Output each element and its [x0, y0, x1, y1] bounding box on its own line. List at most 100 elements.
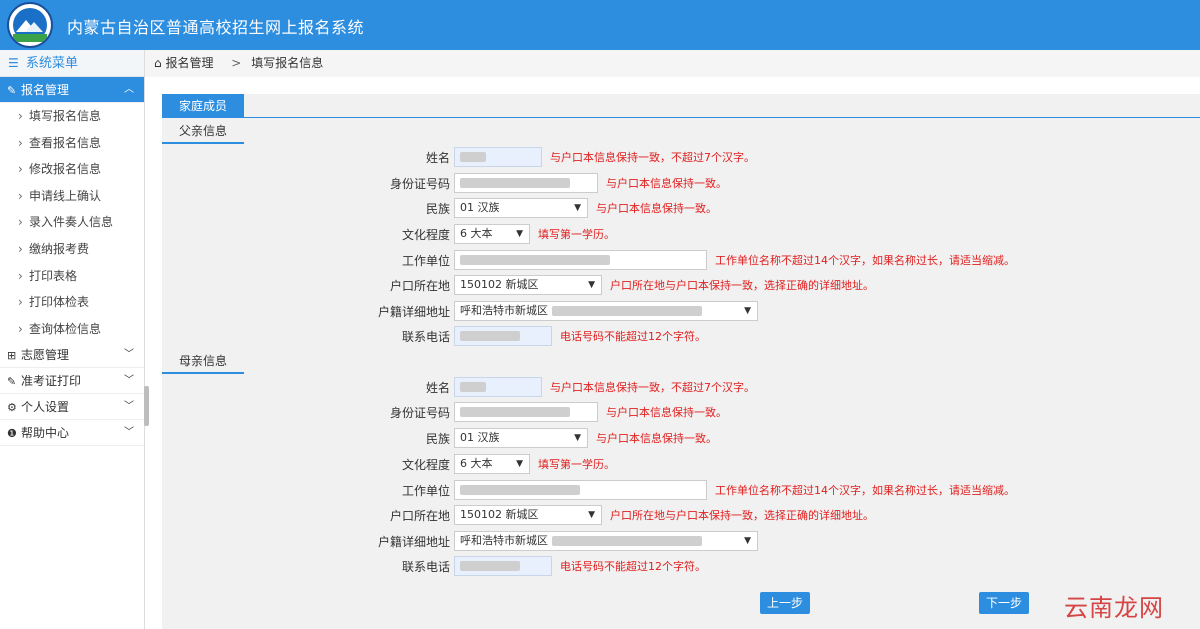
father-name-row: 姓名 与户口本信息保持一致，不超过7个汉字。 — [162, 147, 1200, 169]
prev-step-button[interactable]: 上一步 — [760, 592, 810, 614]
father-id-row: 身份证号码 与户口本信息保持一致。 — [162, 173, 1200, 195]
mother-name-input[interactable] — [454, 377, 542, 397]
sidebar-item-contact-info[interactable]: › 录入件奏人信息 — [0, 209, 144, 236]
mother-addr-value: 呼和浩特市新城区 — [460, 534, 548, 547]
list-icon: ☰ — [8, 56, 19, 70]
father-edu-select[interactable]: 6 大本 ▼ — [454, 224, 530, 244]
mother-nation-row: 民族 01 汉族 ▼ 与户口本信息保持一致。 — [162, 428, 1200, 450]
tab-underline — [244, 117, 1200, 118]
chevron-right-icon: › — [18, 109, 23, 123]
mother-id-label: 身份证号码 — [389, 406, 450, 420]
sidebar-group-label: 准考证打印 — [21, 374, 82, 389]
sidebar-item-query-medical[interactable]: › 查询体检信息 — [0, 316, 144, 343]
mother-id-hint: 与户口本信息保持一致。 — [606, 406, 727, 419]
mother-hukou-value: 150102 新城区 — [460, 508, 539, 521]
sidebar-item-pay-fee[interactable]: › 缴纳报考费 — [0, 236, 144, 263]
father-nation-select[interactable]: 01 汉族 ▼ — [454, 198, 588, 218]
dropdown-arrow-icon: ▼ — [588, 280, 595, 290]
father-id-input[interactable] — [454, 173, 598, 193]
father-addr-select[interactable]: 呼和浩特市新城区 ▼ — [454, 301, 758, 321]
father-phone-row: 联系电话 电话号码不能超过12个字符。 — [162, 326, 1200, 348]
sidebar-item-label: 申请线上确认 — [29, 188, 102, 203]
mother-addr-label: 户籍详细地址 — [377, 535, 450, 549]
chevron-down-icon: ﹀ — [124, 427, 134, 439]
next-step-button[interactable]: 下一步 — [979, 592, 1029, 614]
mother-hukou-select[interactable]: 150102 新城区 ▼ — [454, 505, 602, 525]
section-father-title: 父亲信息 — [162, 120, 244, 144]
chevron-right-icon: › — [18, 295, 23, 310]
father-edu-value: 6 大本 — [460, 227, 493, 240]
father-work-label: 工作单位 — [401, 254, 450, 268]
father-nation-row: 民族 01 汉族 ▼ 与户口本信息保持一致。 — [162, 198, 1200, 220]
father-name-input[interactable] — [454, 147, 542, 167]
sidebar-group-settings[interactable]: ⚙ 个人设置 ﹀ — [0, 394, 144, 421]
mother-edu-select[interactable]: 6 大本 ▼ — [454, 454, 530, 474]
chevron-right-icon: › — [18, 135, 23, 150]
breadcrumb-current: 填写报名信息 — [251, 56, 324, 70]
mother-phone-row: 联系电话 电话号码不能超过12个字符。 — [162, 556, 1200, 578]
dropdown-arrow-icon: ▼ — [588, 510, 595, 520]
dropdown-arrow-icon: ▼ — [516, 229, 523, 239]
watermark-text: 云南龙网 — [1064, 594, 1164, 622]
chevron-down-icon: ﹀ — [124, 401, 134, 413]
sidebar-item-online-confirm[interactable]: › 申请线上确认 — [0, 183, 144, 210]
father-nation-value: 01 汉族 — [460, 201, 500, 214]
mother-nation-hint: 与户口本信息保持一致。 — [596, 432, 717, 445]
edit-icon: ✎ — [7, 375, 17, 389]
breadcrumb-home[interactable]: 报名管理 — [165, 56, 213, 70]
sidebar: ☰ 系统菜单 ✎ 报名管理 ︿ › 填写报名信息 › 查看报名信息 › 修改报名信息 › 申… — [0, 50, 145, 629]
chevron-up-icon: ︿ — [124, 84, 134, 95]
mother-edu-label: 文化程度 — [401, 458, 450, 472]
mother-nation-value: 01 汉族 — [460, 431, 500, 444]
dropdown-arrow-icon: ▼ — [516, 459, 523, 469]
mother-work-input[interactable] — [454, 480, 707, 500]
sidebar-item-edit-info[interactable]: › 修改报名信息 — [0, 156, 144, 183]
sidebar-item-print-medical[interactable]: › 打印体检表 — [0, 289, 144, 316]
father-addr-label: 户籍详细地址 — [377, 305, 450, 319]
mother-id-input[interactable] — [454, 402, 598, 422]
sidebar-group-registration[interactable]: ✎ 报名管理 ︿ — [0, 77, 144, 103]
father-edu-hint: 填写第一学历。 — [538, 228, 615, 241]
breadcrumb: ⌂ 报名管理 > 填写报名信息 — [145, 50, 1200, 77]
mother-name-row: 姓名 与户口本信息保持一致，不超过7个汉字。 — [162, 377, 1200, 399]
sidebar-item-label: 修改报名信息 — [29, 162, 102, 177]
father-edu-label: 文化程度 — [401, 228, 450, 242]
father-hukou-row: 户口所在地 150102 新城区 ▼ 户口所在地与户口本保持一致，选择正确的详细地… — [162, 275, 1200, 297]
mother-addr-select[interactable]: 呼和浩特市新城区 ▼ — [454, 531, 758, 551]
mother-edu-row: 文化程度 6 大本 ▼ 填写第一学历。 — [162, 454, 1200, 476]
father-work-input[interactable] — [454, 250, 707, 270]
sidebar-item-fill-info[interactable]: › 填写报名信息 — [0, 103, 144, 130]
app-header: 内蒙古自治区普通高校招生网上报名系统 — [0, 0, 1200, 50]
sidebar-group-label: 帮助中心 — [21, 426, 70, 441]
mother-phone-label: 联系电话 — [401, 560, 450, 574]
sidebar-item-print-form[interactable]: › 打印表格 — [0, 263, 144, 290]
section-mother-title: 母亲信息 — [162, 350, 244, 374]
sidebar-group-admission-ticket[interactable]: ✎ 准考证打印 ﹀ — [0, 368, 144, 395]
father-nation-hint: 与户口本信息保持一致。 — [596, 202, 717, 215]
breadcrumb-separator-icon: > — [231, 56, 242, 70]
tab-family-members[interactable]: 家庭成员 — [162, 94, 244, 118]
logo-icon — [7, 2, 53, 48]
father-hukou-select[interactable]: 150102 新城区 ▼ — [454, 275, 602, 295]
mother-hukou-hint: 户口所在地与户口本保持一致，选择正确的详细地址。 — [610, 509, 874, 522]
sidebar-group-label: 个人设置 — [21, 400, 70, 415]
sidebar-item-label: 打印体检表 — [29, 295, 90, 310]
mother-phone-input[interactable] — [454, 556, 552, 576]
mother-hukou-label: 户口所在地 — [389, 509, 450, 523]
father-hukou-value: 150102 新城区 — [460, 278, 539, 291]
father-work-row: 工作单位 工作单位名称不超过14个汉字，如果名称过长，请适当缩减。 — [162, 250, 1200, 272]
sidebar-item-label: 打印表格 — [29, 268, 78, 283]
edit-icon: ✎ — [7, 84, 17, 97]
sidebar-collapse-handle[interactable] — [144, 386, 149, 426]
home-icon: ⌂ — [154, 56, 162, 70]
father-phone-input[interactable] — [454, 326, 552, 346]
mother-edu-hint: 填写第一学历。 — [538, 458, 615, 471]
father-nation-label: 民族 — [425, 202, 450, 216]
chevron-right-icon: › — [18, 321, 23, 336]
sidebar-heading-label: 系统菜单 — [26, 56, 79, 71]
chevron-right-icon: › — [18, 188, 23, 203]
sidebar-group-help[interactable]: ❶ 帮助中心 ﹀ — [0, 420, 144, 447]
sidebar-group-volunteer[interactable]: ⊞ 志愿管理 ﹀ — [0, 342, 144, 369]
sidebar-item-view-info[interactable]: › 查看报名信息 — [0, 130, 144, 157]
mother-nation-select[interactable]: 01 汉族 ▼ — [454, 428, 588, 448]
